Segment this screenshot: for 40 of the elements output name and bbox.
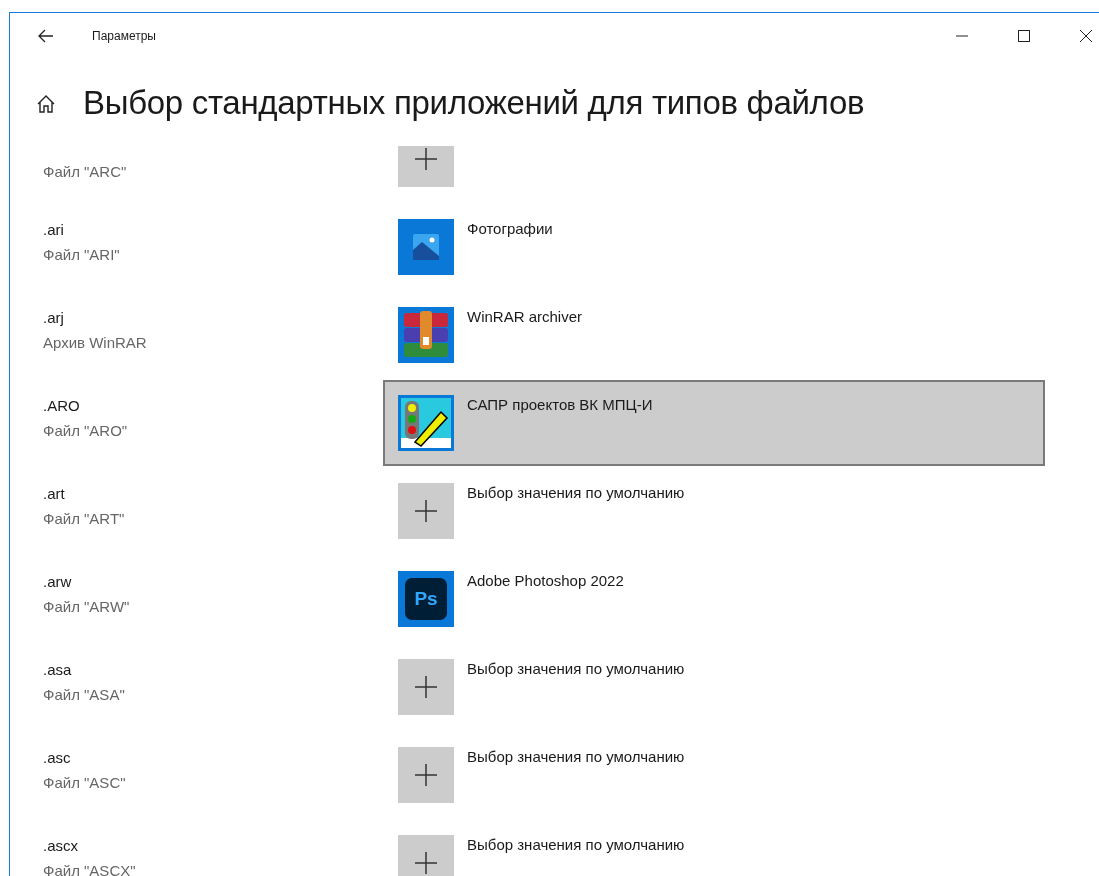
photo-icon [413,234,439,260]
default-app-button[interactable]: Выбор значения по умолчанию [383,732,1045,818]
file-type-description: Файл "ASC" [43,773,127,793]
file-type-description: Файл "ASA" [43,685,126,705]
file-extension: .art [43,484,66,504]
page-title: Выбор стандартных приложений для типов файлов [83,83,865,122]
file-type-description: Файл "ARC" [43,162,128,182]
default-app-button[interactable]: WinRAR archiver [383,292,1045,378]
back-arrow-icon[interactable] [38,29,54,43]
window-title: Параметры [92,29,156,43]
file-extension: .ari [43,220,65,240]
default-app-button[interactable]: Выбор значения по умолчанию [383,644,1045,730]
default-app-button[interactable]: Выбор значения по умолчанию [383,820,1045,876]
plus-icon [415,676,437,698]
default-app-button[interactable]: Фотографии [383,204,1045,290]
plus-icon [415,500,437,522]
default-app-button[interactable]: САПР проектов ВК МПЦ-И [383,380,1045,466]
plus-icon [415,764,437,786]
file-type-description: Файл "ARO" [43,421,129,441]
plus-icon [415,852,437,874]
traffic-light-pencil-icon [401,398,451,448]
file-type-description: Архив WinRAR [43,333,148,353]
file-type-description: Файл "ARI" [43,245,121,265]
file-extension: .ARO [43,396,81,416]
plus-icon [415,148,437,170]
ps-logo-icon: Ps [405,578,447,620]
file-extension: .ascx [43,836,79,856]
file-type-description: Файл "ARW" [43,597,131,617]
file-extension: .asa [43,660,73,680]
file-extension: .arw [43,572,73,592]
maximize-icon[interactable] [1018,30,1030,42]
file-extension: .arj [43,308,65,328]
file-extension: .asc [43,748,72,768]
default-app-button[interactable]: Ps Adobe Photoshop 2022 [383,556,1045,642]
home-icon[interactable] [36,94,56,114]
file-type-description: Файл "ASCX" [43,861,137,876]
books-stack-icon [404,311,448,359]
close-icon[interactable] [1080,30,1092,42]
file-type-description: Файл "ART" [43,509,126,529]
default-app-button[interactable]: Выбор значения по умолчанию [383,468,1045,554]
